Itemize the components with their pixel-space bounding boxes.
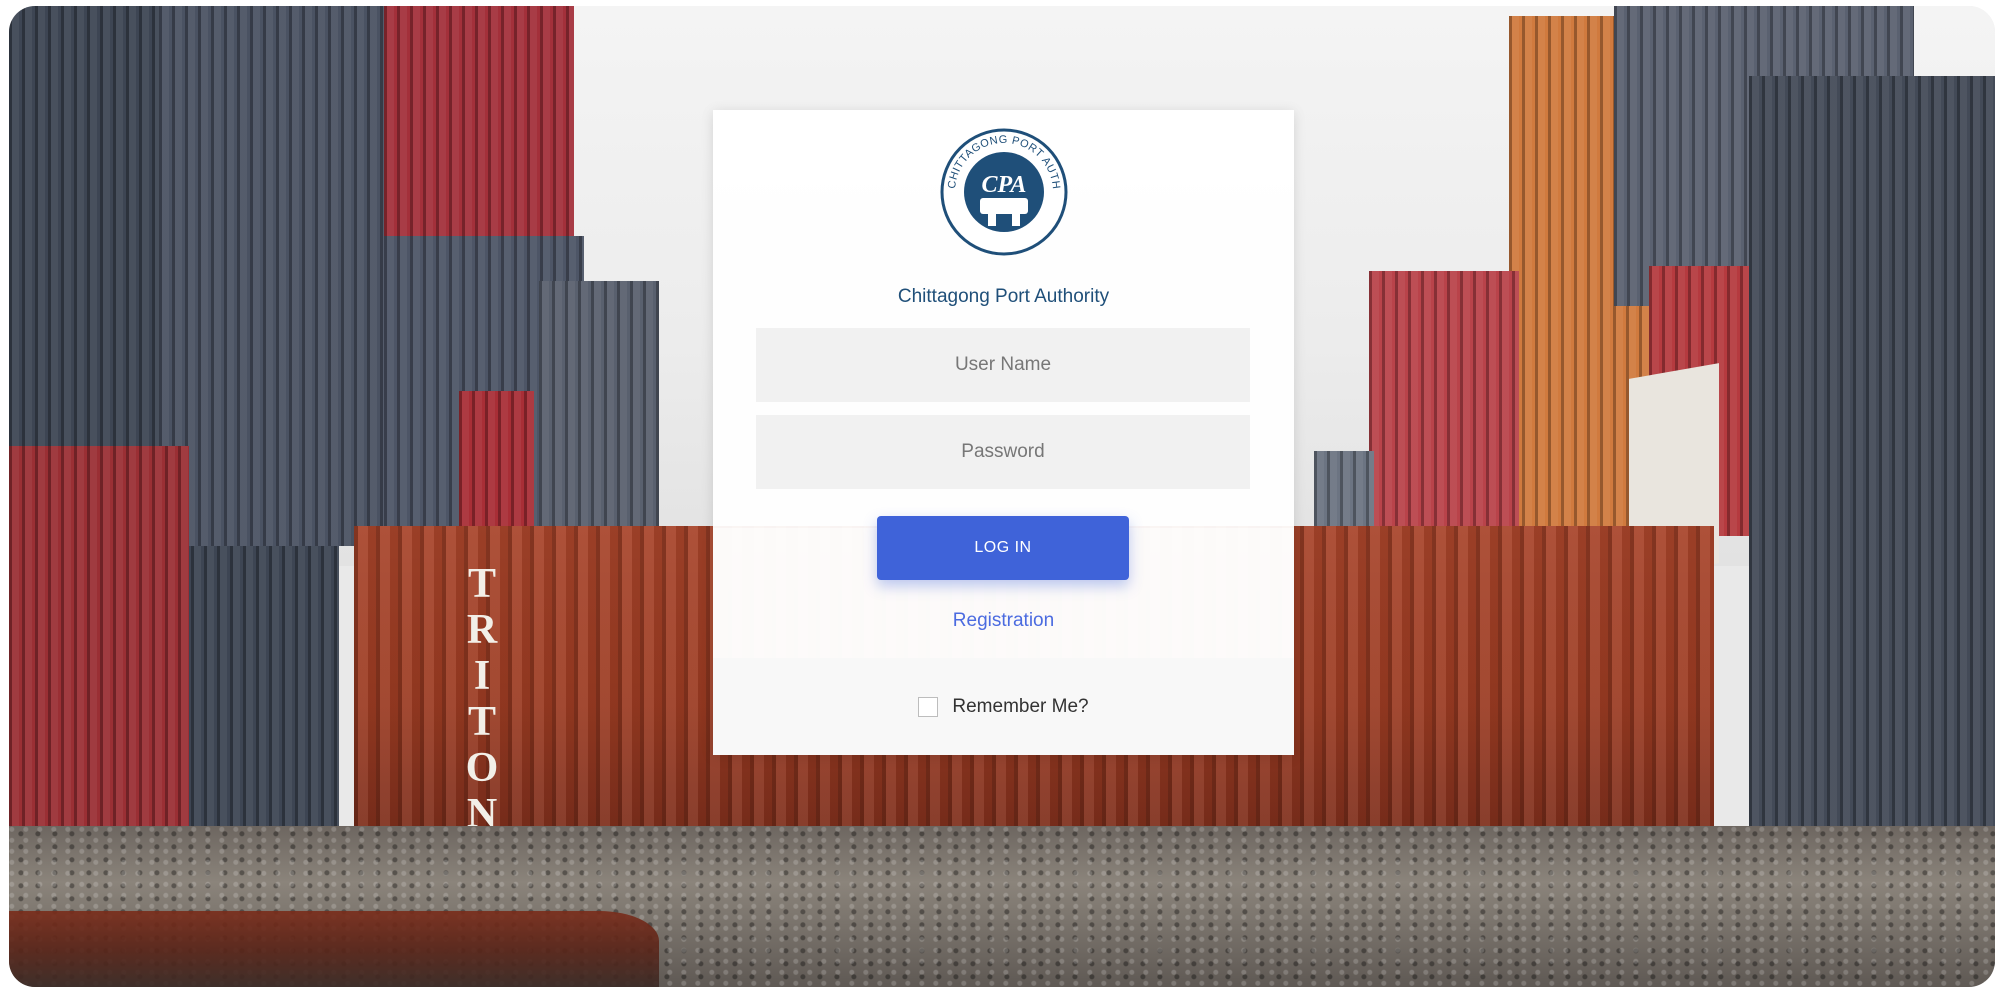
login-button[interactable]: LOG IN	[877, 516, 1129, 580]
registration-link[interactable]: Registration	[713, 610, 1294, 632]
left-red-stack-bottom	[9, 446, 189, 826]
username-input[interactable]	[756, 328, 1250, 402]
right-gray-stack-2	[1749, 76, 1995, 826]
remember-me-checkbox[interactable]	[918, 697, 939, 717]
login-card: CHITTAGONG PORT AUTHORITY CPA Chittagong…	[713, 110, 1294, 755]
remember-me-label[interactable]: Remember Me?	[952, 696, 1088, 718]
container-lettering: TRITON	[459, 561, 505, 837]
svg-text:CPA: CPA	[982, 172, 1027, 198]
puddle-reflection	[9, 911, 659, 987]
left-container-stack-2	[159, 6, 419, 546]
right-red-stack	[1369, 271, 1519, 531]
remember-me: Remember Me?	[713, 696, 1294, 718]
cpa-logo-icon: CHITTAGONG PORT AUTHORITY CPA	[940, 128, 1068, 256]
password-input[interactable]	[756, 415, 1250, 489]
left-red-container	[384, 6, 574, 236]
right-gray-stack-small	[1314, 451, 1374, 531]
left-container-stack-4	[539, 281, 659, 531]
organization-name: Chittagong Port Authority	[897, 286, 1110, 307]
left-red-container-2	[459, 391, 534, 531]
